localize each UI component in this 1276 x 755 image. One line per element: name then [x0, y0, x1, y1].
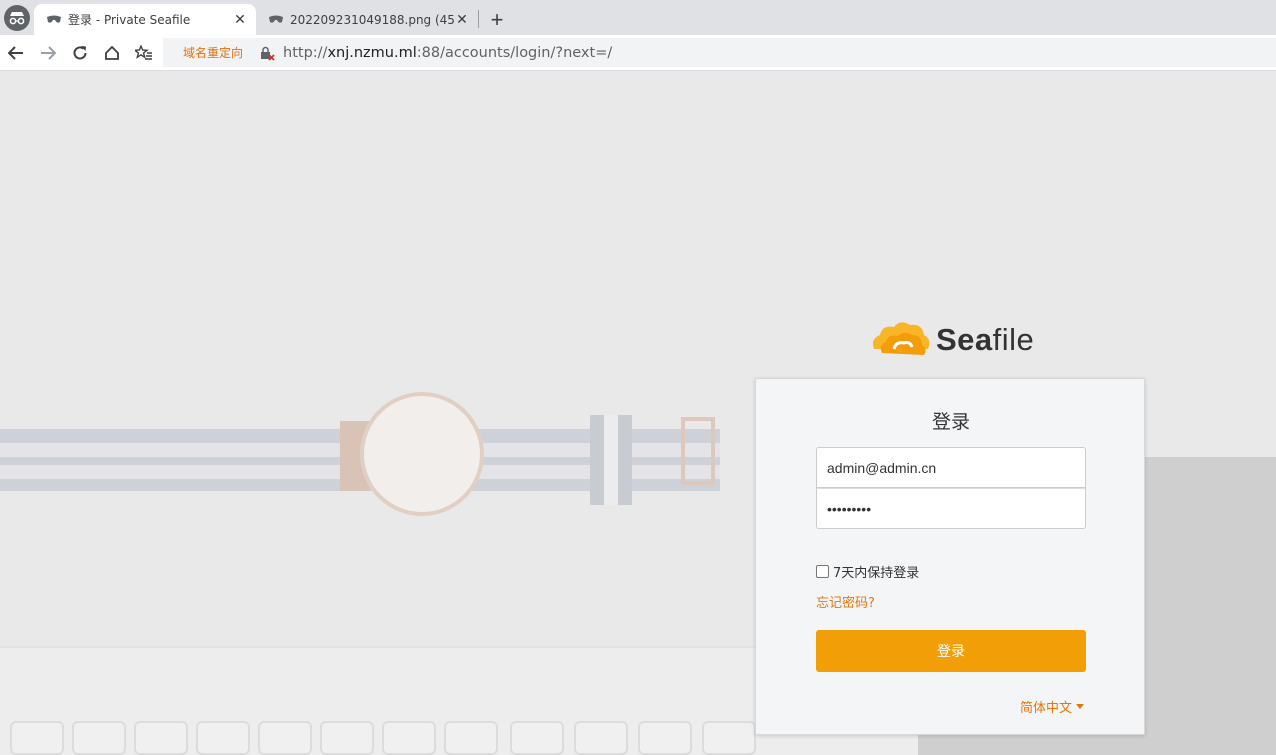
remember-checkbox[interactable]: [816, 565, 829, 578]
seafile-wordmark: Seafile: [936, 322, 1034, 358]
browser-toolbar: 域名重定向 http://xnj.nzmu.ml:88/accounts/log…: [0, 35, 1276, 71]
forward-button[interactable]: [32, 37, 64, 69]
tab-strip: 登录 - Private Seafile ✕ 202209231049188.p…: [0, 0, 1276, 35]
tab-close-icon[interactable]: ✕: [454, 11, 470, 28]
tab-title: 登录 - Private Seafile: [68, 13, 191, 27]
tab-close-icon[interactable]: ✕: [232, 11, 248, 28]
bookmark-star-icon: [135, 44, 152, 60]
background-key: [72, 721, 126, 755]
incognito-icon: [4, 4, 30, 31]
home-icon: [105, 45, 119, 60]
url-path: :88/accounts/login/?next=/: [416, 44, 613, 61]
bookmarks-button[interactable]: [128, 37, 160, 69]
url-text: http://xnj.nzmu.ml:88/accounts/login/?ne…: [283, 45, 612, 61]
back-icon: [8, 45, 23, 60]
address-bar[interactable]: 域名重定向 http://xnj.nzmu.ml:88/accounts/log…: [163, 38, 1276, 67]
background-key: [320, 721, 374, 755]
tab-login[interactable]: 登录 - Private Seafile ✕: [34, 4, 256, 35]
background-key: [638, 721, 692, 755]
logo-text-regular: file: [992, 322, 1035, 357]
tab-title: 202209231049188.png (453: [290, 12, 454, 27]
tab-image[interactable]: 202209231049188.png (453 ✕: [256, 4, 478, 35]
logo-text-bold: Sea: [936, 322, 993, 357]
forward-icon: [41, 45, 56, 60]
new-tab-button[interactable]: +: [479, 4, 515, 35]
caret-down-icon[interactable]: [1076, 704, 1084, 709]
forgot-password-link[interactable]: 忘记密码?: [816, 592, 875, 611]
reload-icon: [73, 45, 87, 59]
background-key: [196, 721, 250, 755]
redirect-label: 域名重定向: [183, 46, 244, 60]
insecure-lock-icon[interactable]: [259, 45, 275, 61]
username-input[interactable]: admin@admin.cn: [816, 447, 1086, 488]
seafile-logo: Seafile: [868, 319, 1034, 361]
background-key: [382, 721, 436, 755]
login-card: 登录 admin@admin.cn ••••••••• 7天内保持登录 忘记密码…: [755, 378, 1145, 735]
background-watch-image: [0, 392, 720, 516]
background-key: [444, 721, 498, 755]
background-key: [510, 721, 564, 755]
url-host: xnj.nzmu.ml: [327, 44, 417, 61]
tab-favicon-icon: [268, 12, 284, 28]
back-button[interactable]: [0, 37, 32, 69]
background-key: [574, 721, 628, 755]
background-key: [258, 721, 312, 755]
seafile-cloud-icon: [872, 322, 930, 355]
reload-button[interactable]: [64, 37, 96, 69]
language-label[interactable]: 简体中文: [1020, 697, 1072, 716]
background-key: [134, 721, 188, 755]
remember-me[interactable]: 7天内保持登录: [816, 562, 919, 581]
page-content: Seafile 登录 admin@admin.cn ••••••••• 7天内保…: [0, 71, 1276, 755]
language-selector[interactable]: 简体中文: [1020, 697, 1084, 716]
tab-favicon-icon: [46, 12, 62, 28]
home-button[interactable]: [96, 37, 128, 69]
remember-label[interactable]: 7天内保持登录: [833, 562, 919, 581]
password-input[interactable]: •••••••••: [816, 488, 1086, 529]
background-key: [10, 721, 64, 755]
login-title: 登录: [931, 411, 970, 433]
url-scheme: http://: [283, 44, 328, 61]
incognito-badge: [0, 0, 34, 35]
login-button[interactable]: 登录: [816, 630, 1086, 672]
background-key: [702, 721, 756, 755]
